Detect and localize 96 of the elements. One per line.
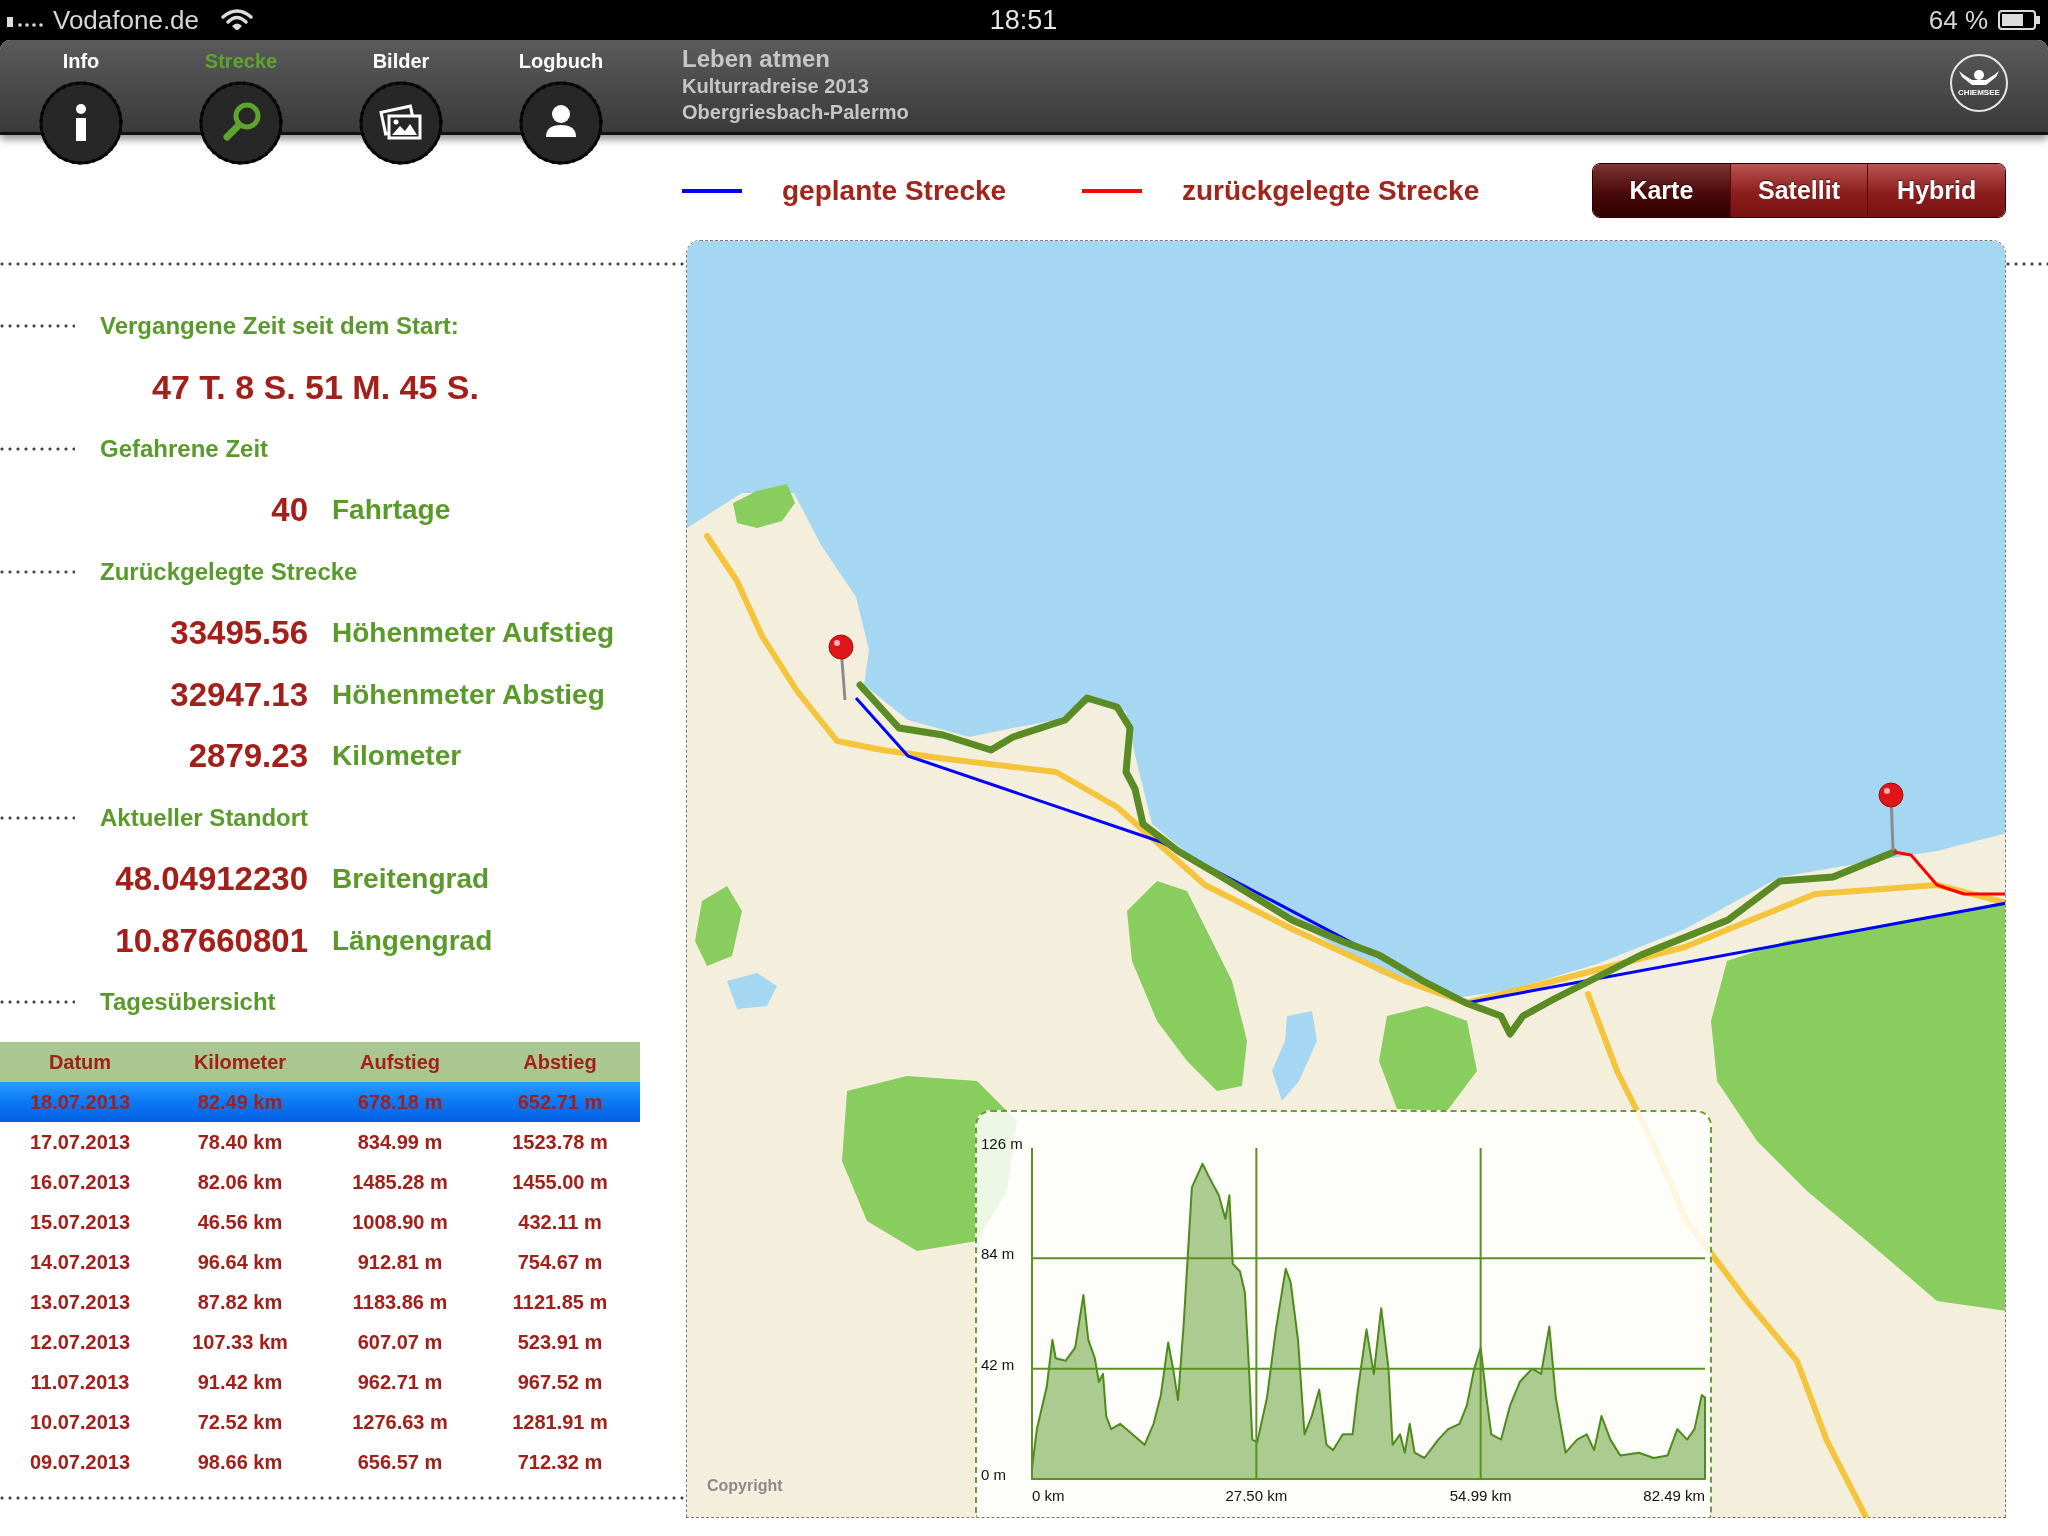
pin-icon[interactable] — [828, 634, 854, 701]
axis-label: 126 m — [981, 1135, 1023, 1152]
tab[interactable]: Logbuch — [486, 40, 636, 165]
table-cell-text: 11.07.2013 — [29, 1369, 131, 1395]
clock-time: 18:51 — [989, 4, 1058, 36]
axis-label: 27.50 km — [1225, 1487, 1288, 1504]
table-cell-text: 82.06 km — [196, 1169, 284, 1195]
section-title: Vergangene Zeit seit dem Start: — [100, 311, 459, 340]
table-cell-text: 72.52 km — [196, 1409, 284, 1435]
table-cell-text: 78.40 km — [196, 1129, 284, 1155]
table-cell-text: 652.71 m — [516, 1089, 604, 1115]
table-cell-text: 98.66 km — [196, 1449, 284, 1475]
search-icon — [199, 81, 283, 165]
table-cell-text: 754.67 m — [516, 1249, 604, 1275]
table-cell-text: 834.99 m — [356, 1129, 444, 1155]
table-cell-text: 15.07.2013 — [28, 1209, 132, 1235]
person-icon — [519, 81, 603, 165]
table-cell-text: 17.07.2013 — [28, 1129, 132, 1155]
table-cell-text: 712.32 m — [516, 1449, 604, 1475]
stat-label: Kilometer — [332, 740, 462, 773]
table-cell-text: 656.57 m — [356, 1449, 444, 1475]
tab[interactable]: Info — [6, 40, 156, 165]
stat-value: 10.87660801 — [115, 921, 308, 960]
table-cell-text: 1281.91 m — [511, 1409, 609, 1435]
table-cell-text: 13.07.2013 — [28, 1289, 132, 1315]
legend-label: zurückgelegte Strecke — [1182, 174, 1480, 207]
stat-value: 33495.56 — [170, 614, 308, 653]
battery-percent: 64 % — [1928, 4, 1988, 36]
stat-value: 2879.23 — [188, 737, 308, 776]
lake-area — [727, 973, 777, 1009]
table-cell-text: 96.64 km — [196, 1249, 284, 1275]
stat-value: 47 T. 8 S. 51 M. 45 S. — [152, 367, 479, 407]
map-type-tab[interactable]: Hybrid — [1867, 164, 2005, 217]
table-cell-text: 1183.86 m — [351, 1289, 449, 1315]
table-cell-text: 82.49 km — [196, 1089, 284, 1115]
table-cell-text: 1455.00 m — [511, 1169, 609, 1195]
pin-icon[interactable] — [1878, 782, 1904, 851]
pictures-icon — [359, 81, 443, 165]
table-cell-text: 962.71 m — [356, 1369, 444, 1395]
table-cell-text: 18.07.2013 — [28, 1089, 132, 1115]
carrier-name: Vodafone.de — [53, 4, 200, 36]
axis-label: 0 m — [981, 1466, 1006, 1483]
route-name: Obergriesbach-Palermo — [682, 100, 909, 125]
stat-label: Höhenmeter Aufstieg — [332, 617, 615, 650]
axis-label: 0 km — [1032, 1487, 1065, 1504]
tab[interactable]: Bilder — [326, 40, 476, 165]
table-cell-text: 10.07.2013 — [28, 1409, 132, 1435]
section-title: Tagesübersicht — [100, 988, 276, 1017]
logo-text: CHIEMSEE — [1958, 88, 2000, 97]
axis-label: 42 m — [981, 1355, 1015, 1373]
table-cell-text: 432.11 m — [517, 1209, 603, 1235]
map-type-tab[interactable]: Satellit — [1729, 164, 1868, 217]
table-cell-text: 1523.78 m — [511, 1129, 609, 1155]
stat-label: Höhenmeter Abstieg — [332, 678, 605, 711]
axis-label: 82.49 km — [1643, 1487, 1705, 1504]
map-type-tab[interactable]: Karte — [1593, 164, 1730, 217]
table-cell-text: 16.07.2013 — [28, 1169, 132, 1195]
column-header: Datum — [47, 1049, 113, 1075]
table-cell-text: 09.07.2013 — [28, 1449, 132, 1475]
table-cell-text: 107.33 km — [191, 1329, 289, 1355]
stat-value: 32947.13 — [170, 675, 308, 714]
section-title: Aktueller Standort — [100, 803, 309, 832]
table-cell-text: 87.82 km — [196, 1289, 284, 1315]
battery-icon — [1998, 10, 2040, 30]
stat-value: 48.04912230 — [115, 860, 308, 899]
table-cell-text: 91.42 km — [196, 1369, 284, 1395]
axis-label: 84 m — [981, 1245, 1015, 1263]
stat-value: 40 — [271, 491, 308, 530]
table-cell-text: 523.91 m — [516, 1329, 604, 1355]
table-cell-text: 607.07 m — [356, 1329, 444, 1355]
table-cell-text: 14.07.2013 — [28, 1249, 132, 1275]
figure-icon — [1958, 69, 2000, 87]
table-cell-text: 46.56 km — [196, 1209, 284, 1235]
table-cell-text: 1485.28 m — [351, 1169, 449, 1195]
column-header: Aufstieg — [359, 1049, 441, 1075]
stat-label: Breitengrad — [332, 863, 490, 896]
section-title: Zurückgelegte Strecke — [100, 557, 358, 586]
table-cell-text: 678.18 m — [356, 1089, 444, 1115]
legend-label: geplante Strecke — [782, 174, 1007, 207]
table-cell-text: 1276.63 m — [351, 1409, 449, 1435]
trip-name: Kulturradreise 2013 — [682, 74, 869, 99]
table-cell-text: 1121.85 m — [511, 1289, 609, 1315]
stat-label: Fahrtage — [332, 494, 451, 527]
info-icon — [39, 81, 123, 165]
table-cell-text: 967.52 m — [516, 1369, 604, 1395]
stat-label: Längengrad — [332, 924, 493, 957]
wifi-icon — [221, 8, 254, 32]
park-area — [733, 484, 795, 528]
table-cell-text: 1008.90 m — [351, 1209, 449, 1235]
section-title: Gefahrene Zeit — [100, 434, 269, 463]
column-header: Kilometer — [192, 1049, 288, 1075]
table-cell-text: 912.81 m — [356, 1249, 444, 1275]
axis-label: 54.99 km — [1449, 1487, 1512, 1504]
table-cell-text: 12.07.2013 — [28, 1329, 132, 1355]
app-title: Leben atmen — [682, 45, 831, 73]
column-header: Abstieg — [522, 1049, 598, 1075]
